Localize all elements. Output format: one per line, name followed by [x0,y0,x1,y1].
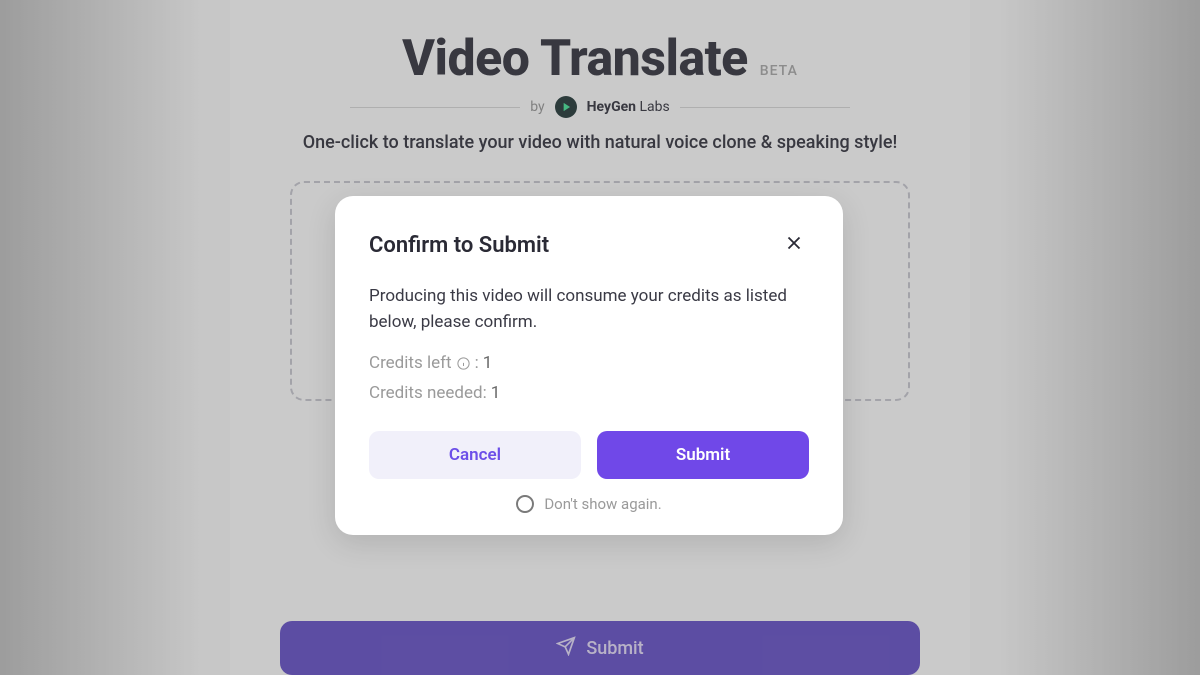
modal-button-row: Cancel Submit [369,431,809,479]
dont-show-checkbox[interactable] [516,495,534,513]
info-icon[interactable] [456,356,471,371]
close-button[interactable] [779,228,809,262]
modal-title: Confirm to Submit [369,233,549,258]
credits-left-suffix: : [475,353,479,373]
credits-needed-label: Credits needed: [369,383,487,403]
credits-left-row: Credits left : 1 [369,353,809,373]
credits-needed-value: 1 [491,383,501,403]
credits-left-value: 1 [483,353,493,373]
credits-left-label: Credits left [369,353,452,373]
dont-show-row: Don't show again. [369,495,809,513]
cancel-button[interactable]: Cancel [369,431,581,479]
modal-header: Confirm to Submit [369,228,809,262]
modal-body-text: Producing this video will consume your c… [369,284,809,335]
submit-button[interactable]: Submit [597,431,809,479]
close-icon [783,239,805,258]
dont-show-label: Don't show again. [544,495,661,513]
credits-needed-row: Credits needed: 1 [369,383,809,403]
confirm-modal: Confirm to Submit Producing this video w… [335,196,843,535]
